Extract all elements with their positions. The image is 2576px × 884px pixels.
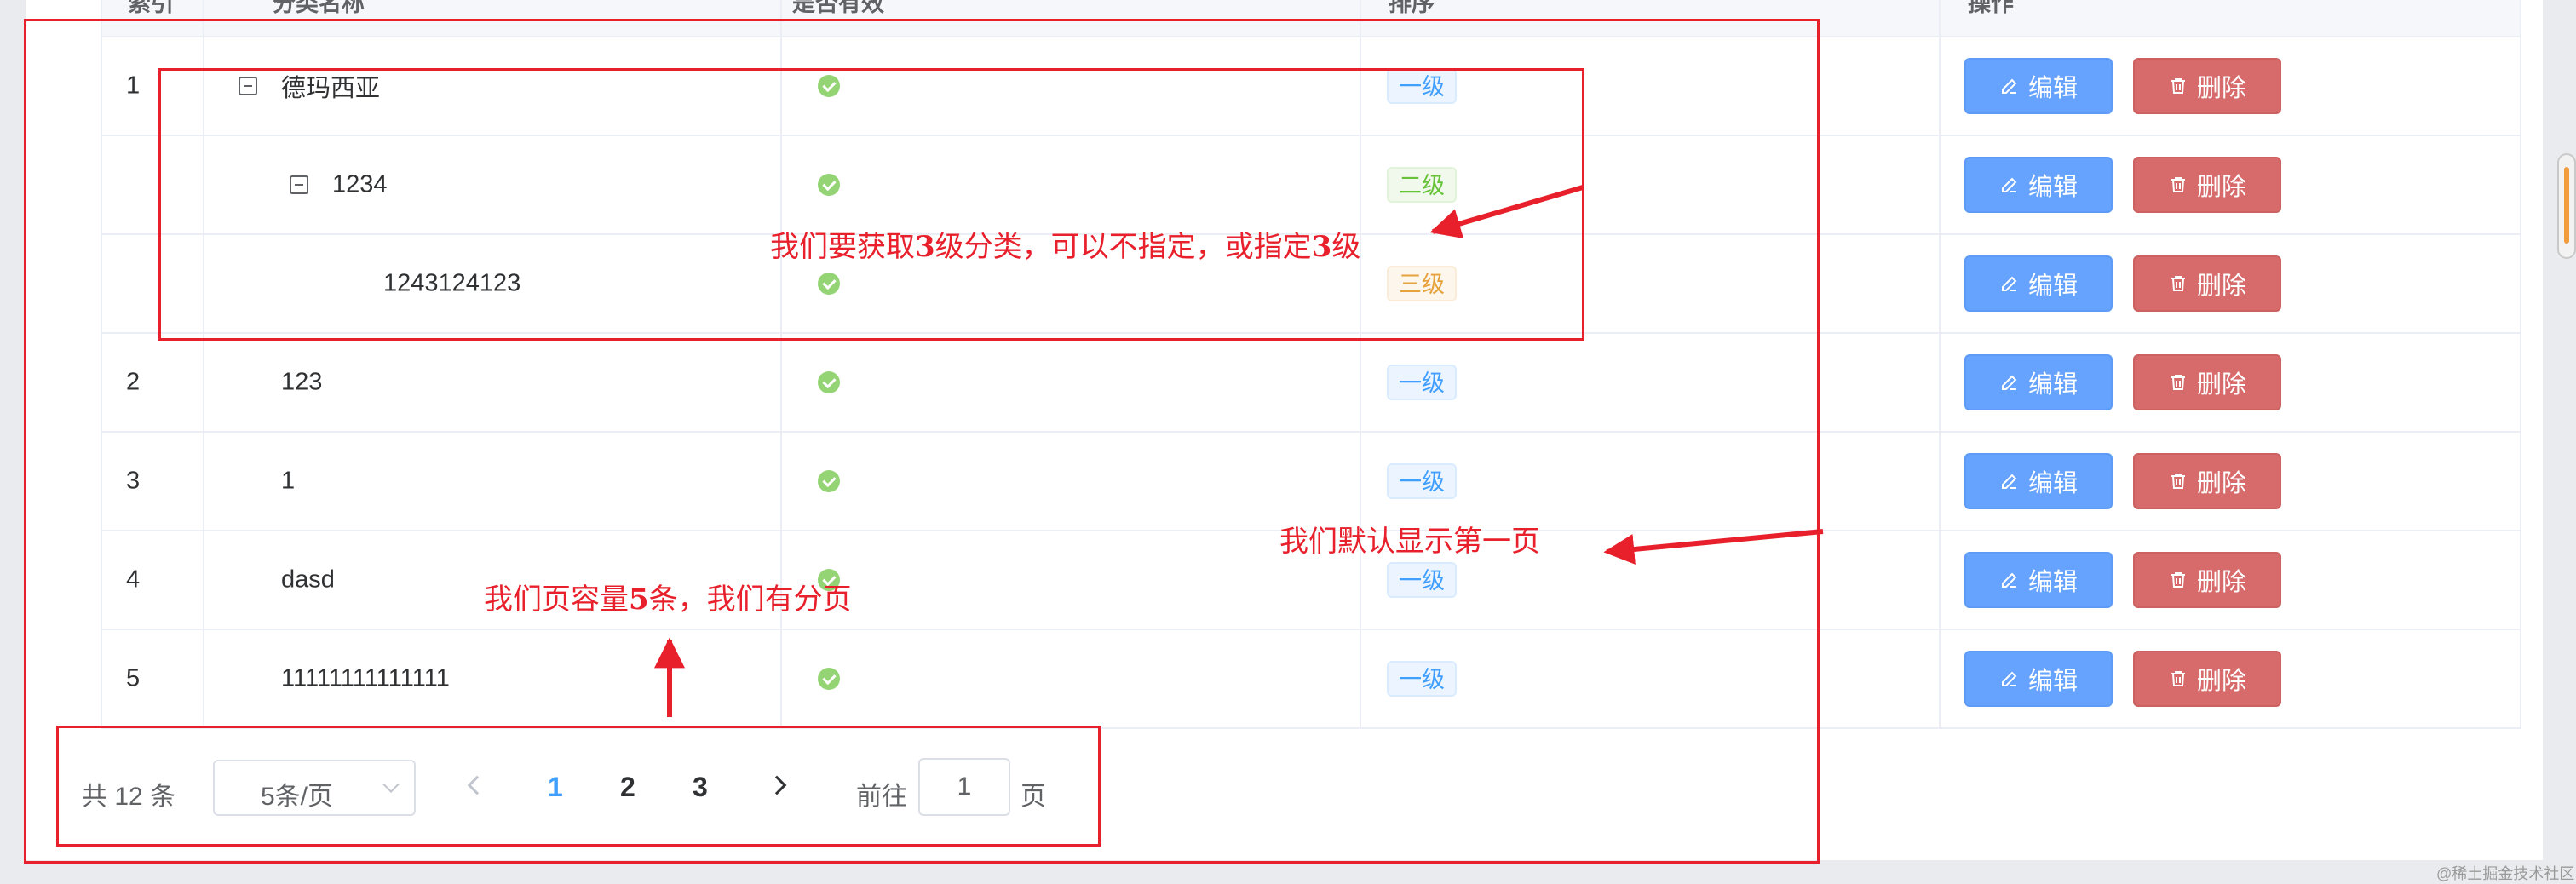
header-valid: 是否有效 (792, 0, 884, 16)
delete-button[interactable]: 删除 (2133, 157, 2281, 213)
delete-button[interactable]: 删除 (2133, 58, 2281, 114)
delete-button-label: 删除 (2196, 470, 2246, 497)
delete-button[interactable]: 删除 (2133, 552, 2281, 608)
delete-button-label: 删除 (2196, 668, 2246, 695)
edit-button[interactable]: 编辑 (1964, 453, 2113, 509)
edit-icon (2001, 276, 2017, 291)
trash-icon (2171, 375, 2185, 390)
header-index: 索引 (128, 0, 174, 16)
edit-button-label: 编辑 (2027, 75, 2078, 102)
edit-icon (2001, 572, 2017, 588)
edit-icon (2001, 375, 2017, 390)
annotation-page-size-text: 我们页容量5条，我们有分页 (484, 583, 852, 617)
annotation-first-page-text: 我们默认显示第一页 (1279, 525, 1540, 559)
delete-button[interactable]: 删除 (2133, 255, 2281, 312)
annotation-tree-box (158, 68, 1584, 341)
annotation-level3-text: 我们要获取3级分类，可以不指定，或指定3级 (770, 230, 1361, 264)
header-name: 分类名称 (273, 0, 365, 16)
header-sort: 排序 (1389, 0, 1435, 16)
watermark: @稀土掘金技术社区 (2436, 865, 2575, 882)
trash-icon (2171, 671, 2185, 686)
edit-button-label: 编辑 (2027, 470, 2078, 497)
trash-icon (2171, 177, 2185, 192)
edit-icon (2001, 78, 2017, 94)
edit-button[interactable]: 编辑 (1964, 552, 2113, 608)
trash-icon (2171, 276, 2185, 291)
delete-button[interactable]: 删除 (2133, 651, 2281, 707)
edit-icon (2001, 474, 2017, 489)
trash-icon (2171, 572, 2185, 588)
edit-button[interactable]: 编辑 (1964, 354, 2113, 410)
edit-icon (2001, 671, 2017, 686)
edit-button-label: 编辑 (2027, 668, 2078, 695)
header-actions: 操作 (1968, 0, 2014, 16)
trash-icon (2171, 78, 2185, 94)
edit-button-label: 编辑 (2027, 174, 2078, 201)
edit-button-label: 编辑 (2027, 569, 2078, 596)
delete-button-label: 删除 (2196, 569, 2246, 596)
delete-button-label: 删除 (2196, 371, 2246, 399)
delete-button-label: 删除 (2196, 273, 2246, 300)
edit-button[interactable]: 编辑 (1964, 651, 2113, 707)
edit-button-label: 编辑 (2027, 273, 2078, 300)
edit-button[interactable]: 编辑 (1964, 58, 2113, 114)
trash-icon (2171, 474, 2185, 489)
edit-button[interactable]: 编辑 (1964, 157, 2113, 213)
annotation-pager-box (56, 726, 1101, 847)
delete-button[interactable]: 删除 (2133, 354, 2281, 410)
delete-button[interactable]: 删除 (2133, 453, 2281, 509)
scrollbar[interactable] (2557, 153, 2576, 259)
edit-icon (2001, 177, 2017, 192)
delete-button-label: 删除 (2196, 174, 2246, 201)
delete-button-label: 删除 (2196, 75, 2246, 102)
column-divider (1939, 0, 1941, 729)
edit-button[interactable]: 编辑 (1964, 255, 2113, 312)
scrollbar-thumb[interactable] (2564, 167, 2569, 244)
edit-button-label: 编辑 (2027, 371, 2078, 399)
